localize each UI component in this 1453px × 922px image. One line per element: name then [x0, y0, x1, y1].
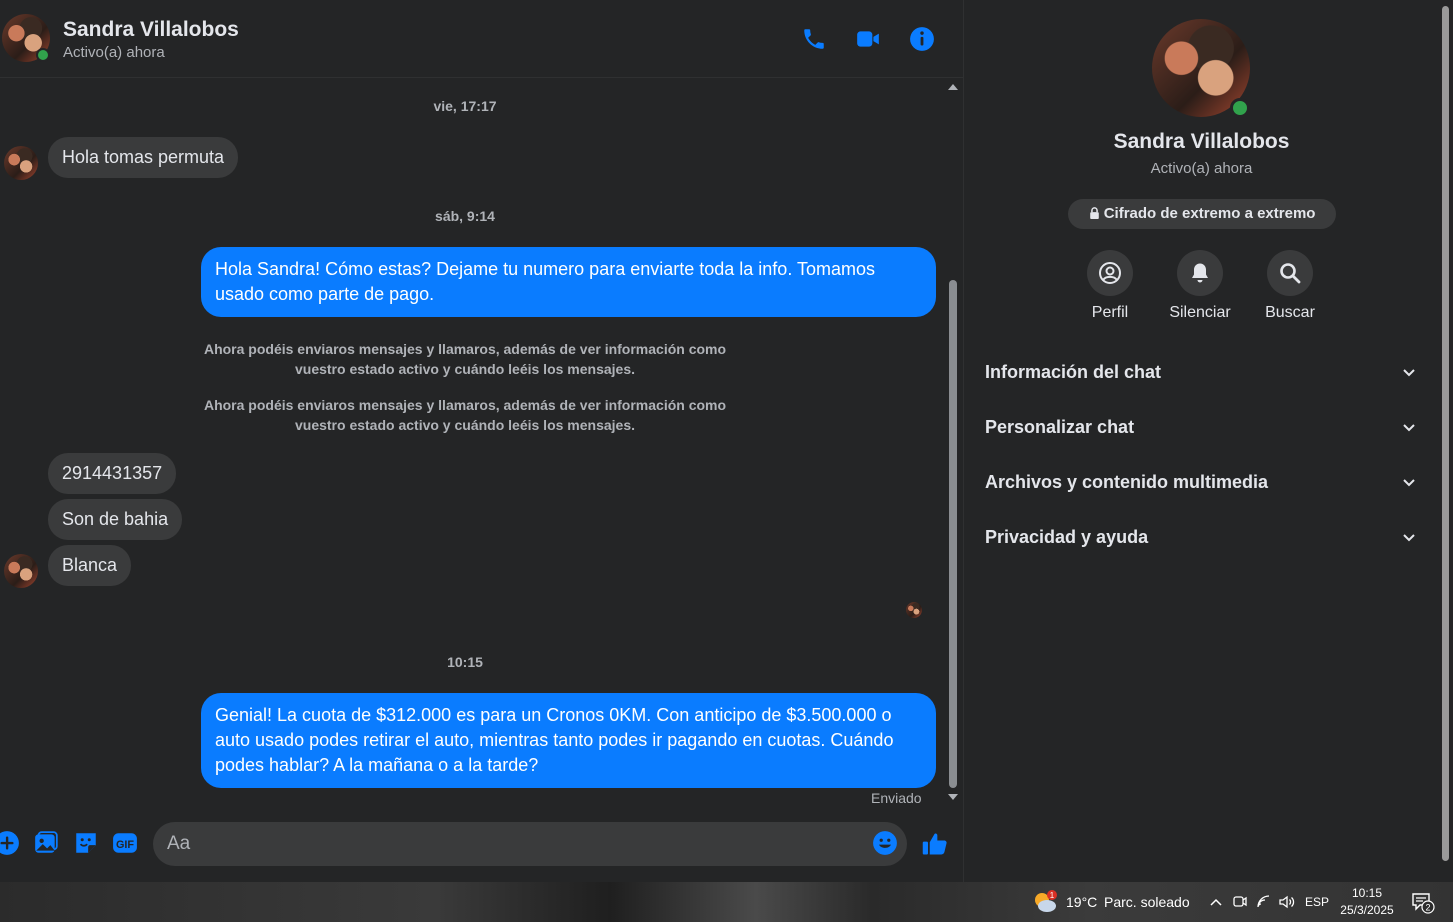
- profile-label: Perfil: [1091, 304, 1129, 321]
- message-bubble-outgoing[interactable]: Genial! La cuota de $312.000 es para un …: [201, 693, 936, 788]
- online-indicator: [36, 48, 50, 62]
- chevron-down-icon: [1403, 424, 1415, 432]
- encryption-label: Cifrado de extremo a extremo: [1103, 205, 1316, 222]
- system-message: Ahora podéis enviaros mensajes y llamaro…: [203, 341, 727, 377]
- notifications-count: 2: [1425, 903, 1430, 913]
- encryption-badge[interactable]: Cifrado de extremo a extremo: [1068, 199, 1336, 229]
- section-label: Información del chat: [985, 362, 1162, 382]
- online-indicator: [1230, 98, 1250, 118]
- message-input[interactable]: [153, 822, 907, 866]
- sender-avatar[interactable]: [4, 554, 38, 588]
- system-message: Ahora podéis enviaros mensajes y llamaro…: [203, 397, 727, 433]
- video-icon[interactable]: [855, 26, 881, 52]
- mute-button[interactable]: Silenciar: [1155, 250, 1245, 322]
- weather-badge: 1: [1050, 891, 1055, 900]
- message-bubble-incoming[interactable]: Blanca: [48, 545, 132, 586]
- chevron-down-icon: [1403, 479, 1415, 487]
- read-receipt-avatar: [906, 602, 922, 618]
- search-button-circle: [1267, 250, 1313, 296]
- timestamp: 10:15: [447, 654, 483, 670]
- volume-icon[interactable]: [1278, 894, 1296, 910]
- clock-date[interactable]: 25/3/2025: [1334, 903, 1400, 917]
- delivery-status: Enviado: [871, 790, 922, 806]
- network-icon[interactable]: [1256, 894, 1272, 910]
- message-bubble-incoming[interactable]: Hola tomas permuta: [48, 137, 239, 178]
- meet-icon[interactable]: [1232, 894, 1248, 910]
- weather-sun-cloud-icon[interactable]: 1: [1032, 889, 1058, 915]
- composer: GIF: [0, 818, 963, 872]
- gif-icon[interactable]: GIF: [112, 830, 138, 856]
- search-button[interactable]: Buscar: [1245, 250, 1335, 322]
- search-label: Buscar: [1265, 304, 1315, 321]
- sender-avatar[interactable]: [4, 146, 38, 180]
- message-bubble-incoming[interactable]: Son de bahia: [48, 499, 183, 540]
- windows-taskbar: 1 19°C Parc. soleado ESP 10:15 25/3/2025…: [0, 882, 1453, 922]
- profile-icon: [1099, 262, 1121, 284]
- mute-button-circle: [1177, 250, 1223, 296]
- weather-temp[interactable]: 19°C: [1066, 894, 1097, 910]
- search-icon: [1280, 263, 1301, 284]
- section-chat-info[interactable]: Información del chat: [985, 352, 1425, 392]
- messenger-window: Sandra Villalobos Activo(a) ahora vie, 1…: [0, 0, 1453, 882]
- section-label: Personalizar chat: [985, 417, 1135, 437]
- window-scrollbar[interactable]: [1438, 0, 1453, 882]
- section-label: Privacidad y ayuda: [985, 527, 1149, 547]
- info-icon[interactable]: [909, 26, 935, 52]
- scroll-thumb[interactable]: [949, 280, 957, 788]
- contact-status: Activo(a) ahora: [63, 44, 165, 61]
- phone-icon[interactable]: [801, 26, 827, 52]
- profile-name: Sandra Villalobos: [1113, 130, 1290, 153]
- chat-scrollbar[interactable]: [946, 80, 960, 806]
- chat-header: Sandra Villalobos Activo(a) ahora: [0, 0, 963, 78]
- thumbs-up-icon[interactable]: [921, 830, 949, 858]
- scroll-up-arrow-icon[interactable]: [948, 84, 958, 90]
- lock-icon: [1089, 207, 1099, 219]
- timestamp: vie, 17:17: [433, 98, 497, 114]
- sticker-icon[interactable]: [73, 830, 99, 856]
- profile-button-circle: [1087, 250, 1133, 296]
- bell-icon: [1192, 263, 1208, 283]
- svg-text:GIF: GIF: [116, 839, 134, 851]
- chevron-up-icon[interactable]: [1209, 896, 1223, 908]
- section-label: Archivos y contenido multimedia: [985, 472, 1269, 492]
- chevron-down-icon: [1403, 534, 1415, 542]
- profile-status: Activo(a) ahora: [1150, 160, 1253, 177]
- clock-time[interactable]: 10:15: [1334, 886, 1400, 900]
- window-scroll-thumb[interactable]: [1442, 6, 1449, 861]
- message-bubble-incoming[interactable]: 2914431357: [48, 453, 177, 494]
- language-indicator[interactable]: ESP: [1302, 895, 1332, 909]
- image-icon[interactable]: [33, 830, 59, 856]
- notifications-icon[interactable]: 2: [1411, 892, 1435, 914]
- scroll-down-arrow-icon[interactable]: [948, 794, 958, 800]
- message-bubble-outgoing[interactable]: Hola Sandra! Cómo estas? Dejame tu numer…: [201, 247, 936, 317]
- section-privacy-help[interactable]: Privacidad y ayuda: [985, 517, 1425, 557]
- message-list[interactable]: vie, 17:17 Hola tomas permuta sáb, 9:14 …: [0, 78, 946, 808]
- chat-pane: Sandra Villalobos Activo(a) ahora vie, 1…: [0, 0, 963, 882]
- timestamp: sáb, 9:14: [435, 208, 495, 224]
- section-files-media[interactable]: Archivos y contenido multimedia: [985, 462, 1425, 502]
- weather-desc[interactable]: Parc. soleado: [1104, 894, 1190, 910]
- mute-label: Silenciar: [1169, 304, 1231, 321]
- plus-icon[interactable]: [0, 830, 20, 856]
- chevron-down-icon: [1403, 369, 1415, 377]
- profile-button[interactable]: Perfil: [1065, 250, 1155, 322]
- chat-info-panel: Sandra Villalobos Activo(a) ahora Cifrad…: [963, 0, 1438, 882]
- contact-name[interactable]: Sandra Villalobos: [63, 18, 239, 42]
- section-customize-chat[interactable]: Personalizar chat: [985, 407, 1425, 447]
- emoji-icon[interactable]: [872, 830, 898, 856]
